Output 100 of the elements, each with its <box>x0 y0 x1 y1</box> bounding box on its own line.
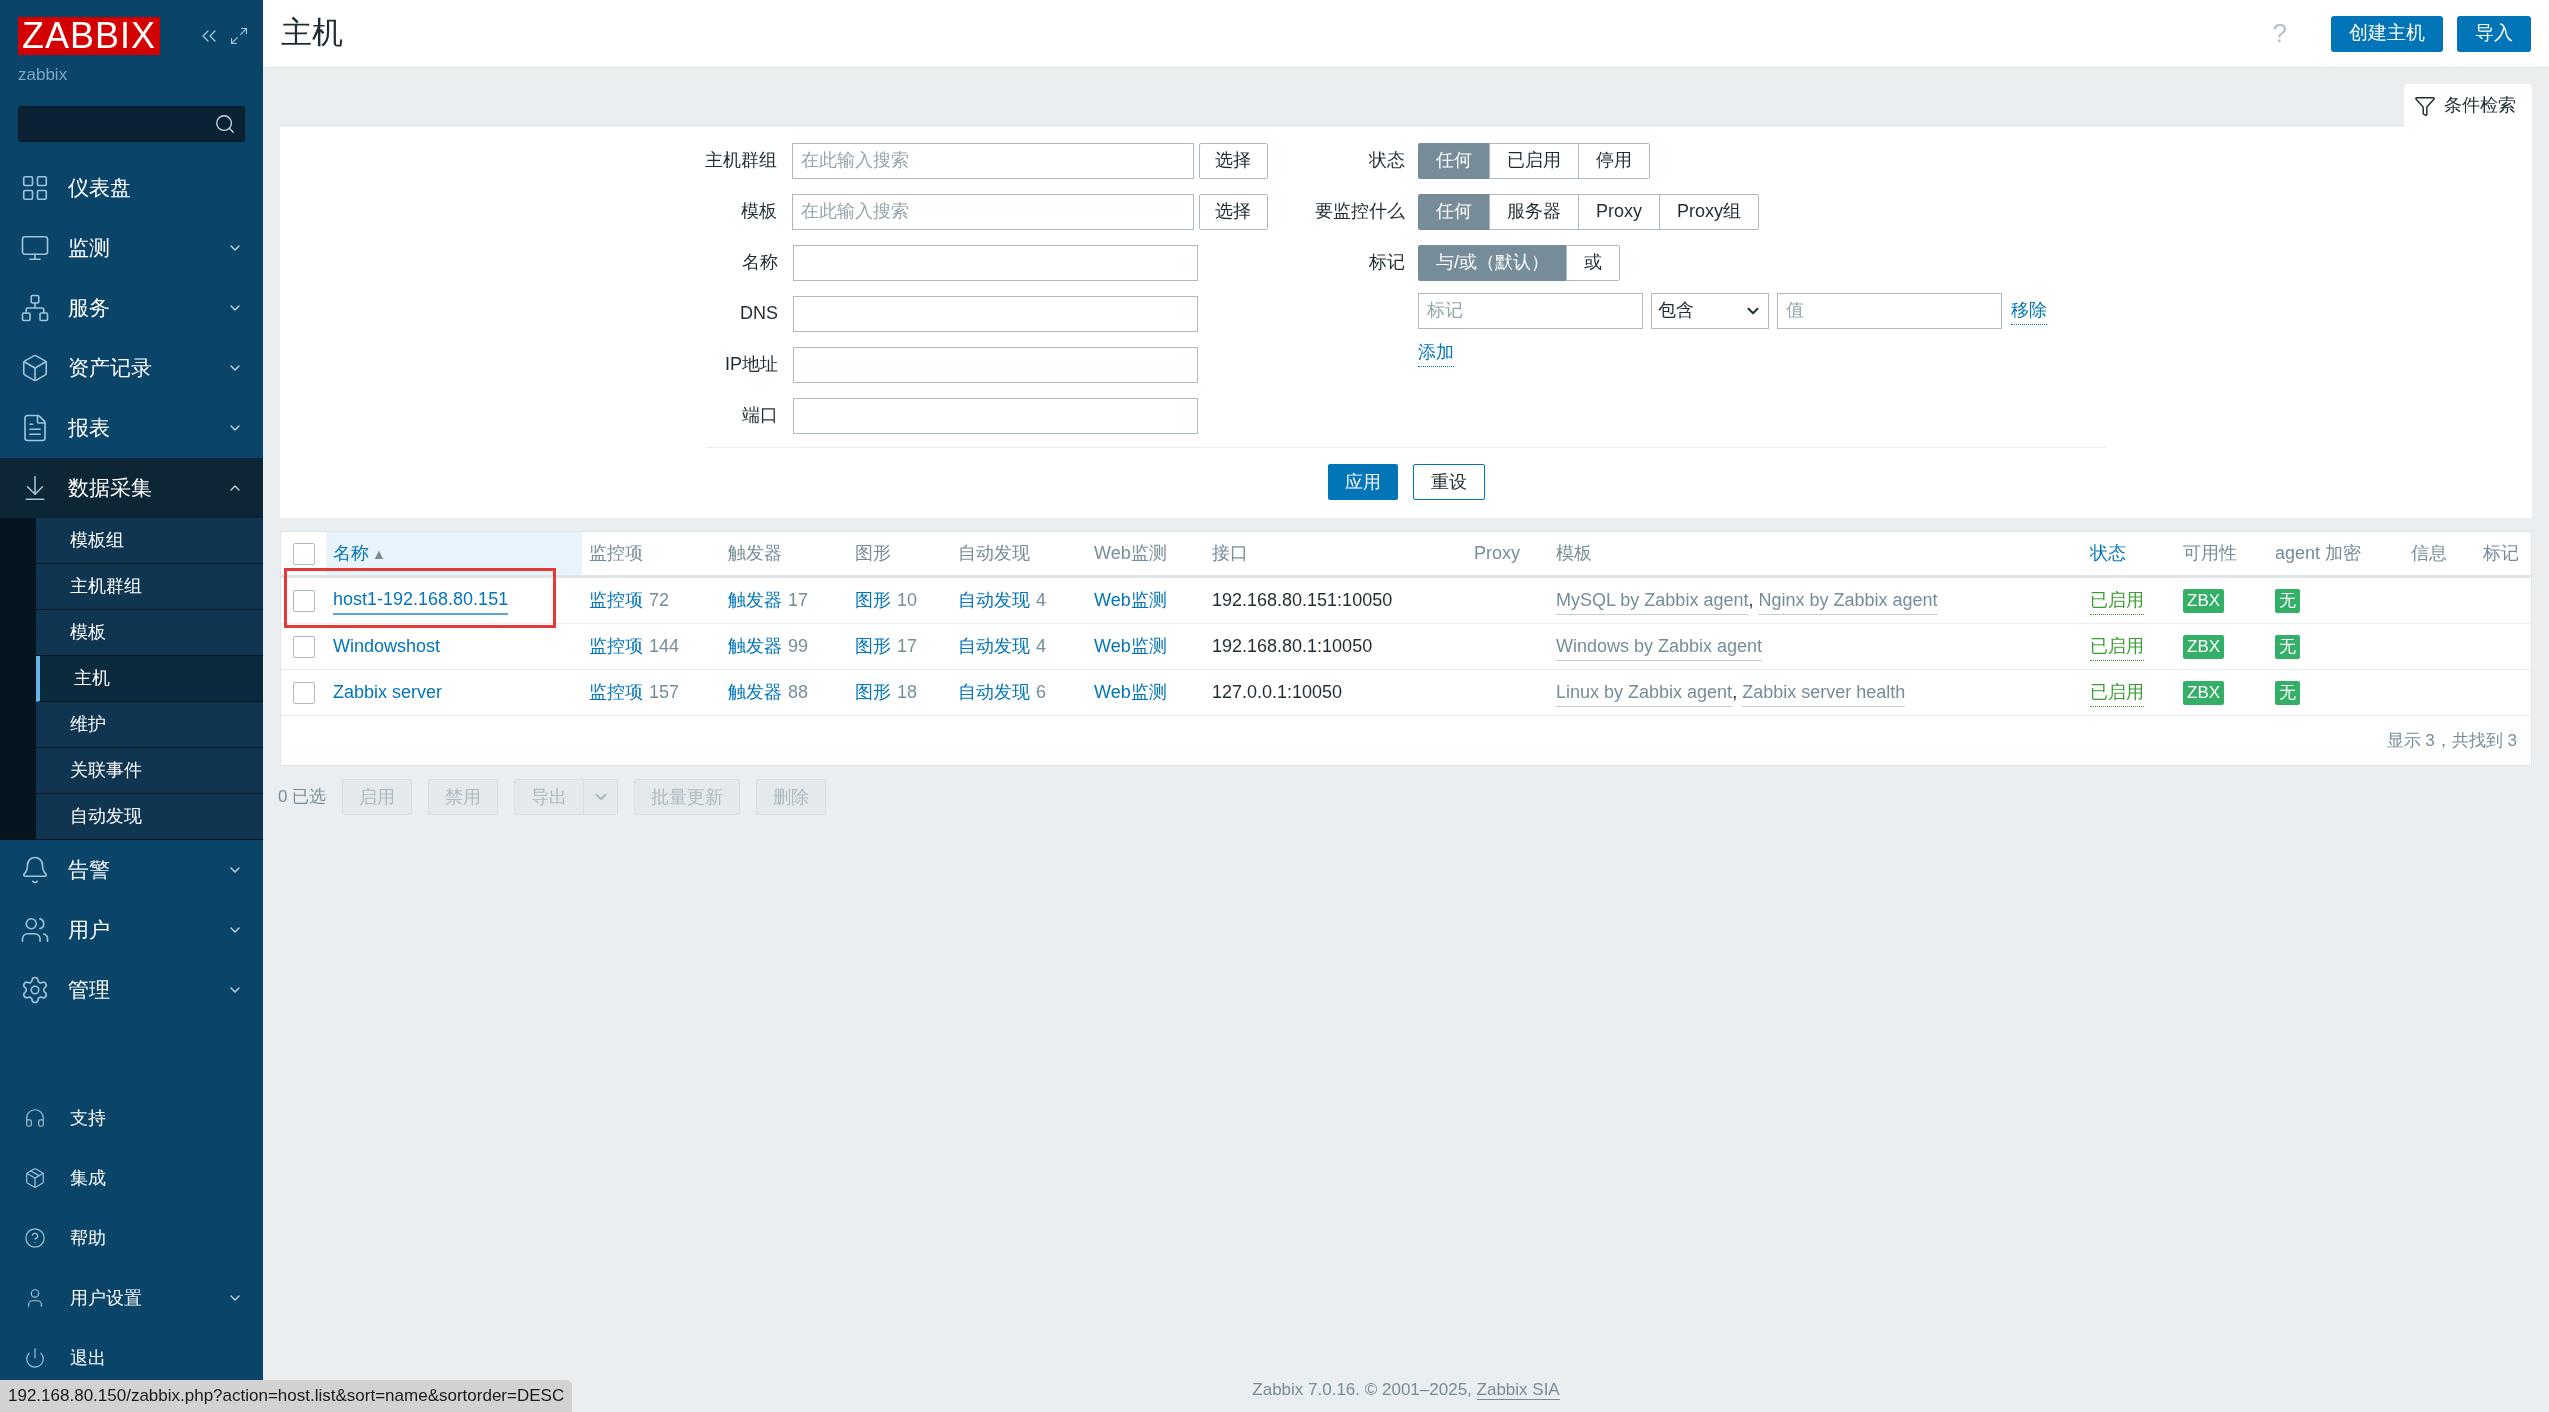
web-link[interactable]: Web监测 <box>1094 679 1167 706</box>
count-link[interactable]: 触发器 <box>728 633 782 660</box>
column-header[interactable]: 状态 <box>2090 540 2126 567</box>
separator: , <box>1748 589 1755 612</box>
segment-option[interactable]: 或 <box>1566 244 1620 281</box>
menu-item[interactable]: 用户 <box>0 899 263 960</box>
count-link[interactable]: 触发器 <box>728 587 782 614</box>
count: 10 <box>897 589 918 612</box>
web-link[interactable]: Web监测 <box>1094 633 1167 660</box>
web-link[interactable]: Web监测 <box>1094 587 1167 614</box>
search-field[interactable] <box>18 105 245 142</box>
operator-select[interactable]: 包含 <box>1651 292 1769 329</box>
menu-item[interactable]: 监测 <box>0 217 263 278</box>
menu-item[interactable]: 数据采集 <box>0 457 263 518</box>
status-link[interactable]: 已启用 <box>2090 586 2144 615</box>
menu-item[interactable]: 退出 <box>0 1338 263 1378</box>
filter-icon <box>2414 94 2436 117</box>
host-name-link[interactable]: host1-192.168.80.151 <box>333 586 509 615</box>
count-link[interactable]: 图形 <box>855 587 891 614</box>
status-link[interactable]: 已启用 <box>2090 678 2144 707</box>
host-name-link[interactable]: Zabbix server <box>333 679 443 706</box>
column-header: agent 加密 <box>2275 542 2362 565</box>
segment-option[interactable]: Proxy组 <box>1659 193 1760 230</box>
count-link[interactable]: 自动发现 <box>958 679 1030 706</box>
submenu-item[interactable]: 维护 <box>36 701 263 748</box>
count-link[interactable]: 监控项 <box>589 587 643 614</box>
count-link[interactable]: 自动发现 <box>958 633 1030 660</box>
segment-option[interactable]: 已启用 <box>1489 142 1579 179</box>
power-icon <box>24 1347 46 1369</box>
text-input[interactable] <box>793 346 1198 383</box>
menu-item[interactable]: 集成 <box>0 1158 263 1198</box>
search-icon[interactable] <box>214 112 236 135</box>
header-button[interactable]: 创建主机 <box>2331 15 2443 52</box>
select-button[interactable]: 选择 <box>1198 142 1268 179</box>
count: 17 <box>897 635 918 658</box>
text-input[interactable] <box>793 397 1198 434</box>
template-link[interactable]: MySQL by Zabbix agent <box>1556 586 1749 615</box>
count-link[interactable]: 图形 <box>855 633 891 660</box>
remove-link[interactable]: 移除 <box>2011 296 2047 325</box>
submenu-item[interactable]: 自动发现 <box>36 793 263 840</box>
dropdown-button[interactable] <box>584 779 619 815</box>
expand-icon[interactable] <box>229 25 249 46</box>
network-icon <box>20 292 50 323</box>
submenu-item[interactable]: 模板 <box>36 609 263 656</box>
menu-item[interactable]: 告警 <box>0 839 263 900</box>
status-bar: 192.168.80.150/zabbix.php?action=host.list&sort=name&sortorder=DESC <box>0 1380 573 1412</box>
menu-item[interactable]: 仪表盘 <box>0 157 263 218</box>
menu-item[interactable]: 管理 <box>0 959 263 1020</box>
column-header[interactable]: 名称 ▲ <box>333 540 386 567</box>
text-input[interactable] <box>793 295 1198 332</box>
template-link[interactable]: Windows by Zabbix agent <box>1556 632 1763 661</box>
menu-item[interactable]: 支持 <box>0 1098 263 1138</box>
select-button[interactable]: 选择 <box>1198 193 1268 230</box>
separator: , <box>1732 681 1739 704</box>
menu-item[interactable]: 报表 <box>0 397 263 458</box>
count-link[interactable]: 自动发现 <box>958 587 1030 614</box>
footer-text: Zabbix 7.0.16. © 2001–2025, Zabbix SIA <box>1252 1378 1560 1402</box>
row-checkbox[interactable] <box>292 589 315 612</box>
row-checkbox[interactable] <box>292 635 315 658</box>
menu-item[interactable]: 资产记录 <box>0 337 263 398</box>
logo[interactable]: ZABBIX <box>18 16 161 55</box>
filter-tab[interactable]: 条件检索 <box>2404 84 2532 127</box>
segment-option[interactable]: Proxy <box>1578 193 1660 230</box>
menu-item[interactable]: 用户设置 <box>0 1278 263 1318</box>
status-link[interactable]: 已启用 <box>2090 632 2144 661</box>
company-link[interactable]: Zabbix SIA <box>1476 1379 1560 1400</box>
count-link[interactable]: 监控项 <box>589 633 643 660</box>
segment-option[interactable]: 停用 <box>1578 142 1650 179</box>
segment-option[interactable]: 与/或（默认） <box>1418 244 1567 281</box>
segment-option[interactable]: 任何 <box>1418 142 1490 179</box>
submenu-item[interactable]: 主机群组 <box>36 563 263 610</box>
menu-item[interactable]: 服务 <box>0 277 263 338</box>
row-checkbox[interactable] <box>292 681 315 704</box>
count-link[interactable]: 图形 <box>855 679 891 706</box>
submenu-item[interactable]: 关联事件 <box>36 747 263 794</box>
segment-option[interactable]: 服务器 <box>1489 193 1579 230</box>
template-link[interactable]: Zabbix server health <box>1742 678 1906 707</box>
text-input[interactable] <box>793 244 1198 281</box>
column-header: 信息 <box>2411 542 2447 565</box>
column-header: Web监测 <box>1094 542 1167 565</box>
menu-item[interactable]: 帮助 <box>0 1218 263 1258</box>
host-name-link[interactable]: Windowshost <box>333 633 441 660</box>
reset-button[interactable]: 重设 <box>1412 464 1485 500</box>
results-summary: 显示 3，共找到 3 <box>2386 729 2517 752</box>
count-link[interactable]: 监控项 <box>589 679 643 706</box>
search-input[interactable]: 在此输入搜索 <box>791 193 1194 230</box>
submenu-item[interactable]: 主机 <box>36 655 263 702</box>
header-button[interactable]: 导入 <box>2457 15 2531 52</box>
segment-option[interactable]: 任何 <box>1418 193 1490 230</box>
search-input[interactable]: 在此输入搜索 <box>791 142 1194 179</box>
template-link[interactable]: Nginx by Zabbix agent <box>1758 586 1938 615</box>
add-link[interactable]: 添加 <box>1418 339 1454 367</box>
apply-button[interactable]: 应用 <box>1327 464 1398 500</box>
select-all-checkbox[interactable] <box>292 542 315 565</box>
template-link[interactable]: Linux by Zabbix agent <box>1556 678 1733 707</box>
tag-input[interactable]: 标记 <box>1418 292 1643 329</box>
submenu-item[interactable]: 模板组 <box>36 517 263 564</box>
table-cell-text: 192.168.80.1:10050 <box>1212 635 1373 658</box>
value-input[interactable]: 值 <box>1777 292 2002 329</box>
count-link[interactable]: 触发器 <box>728 679 782 706</box>
